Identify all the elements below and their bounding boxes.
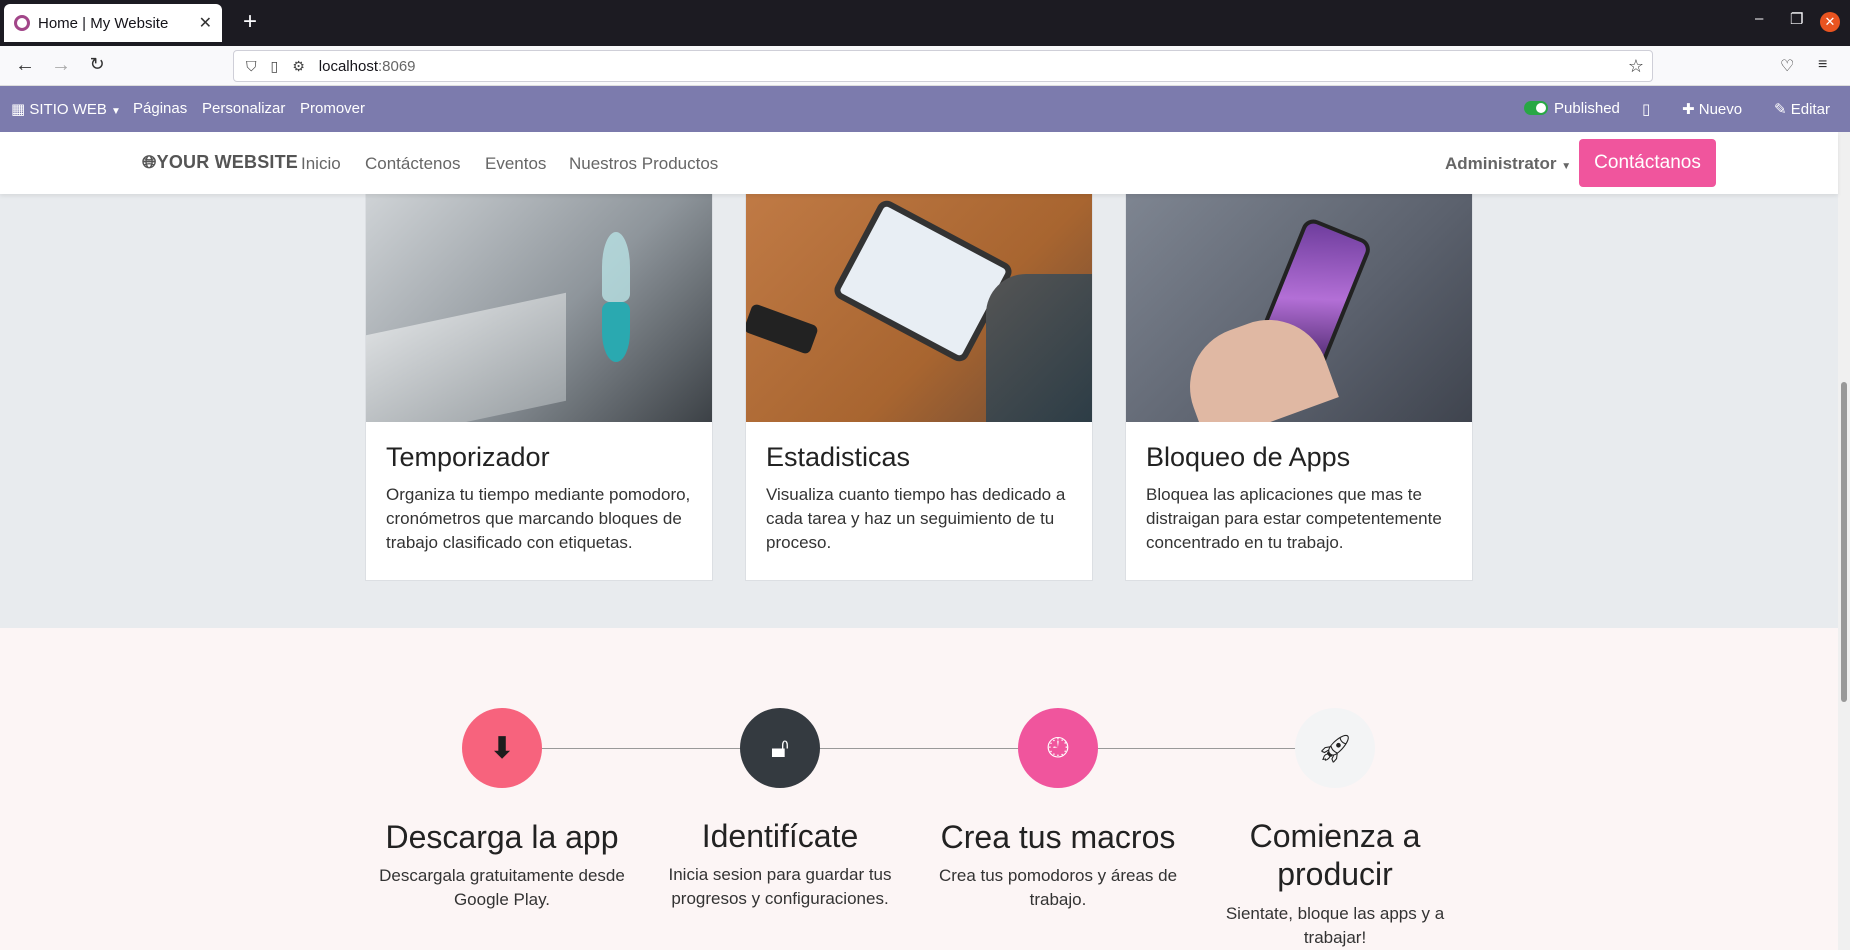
unlock-icon: 🔓︎ xyxy=(770,731,790,763)
step-1-title: Descarga la app xyxy=(385,819,619,855)
published-toggle[interactable]: Published xyxy=(1524,100,1620,117)
new-label: Nuevo xyxy=(1698,101,1743,118)
odoo-admin-bar: ▦ SITIO WEB ▼ Páginas Personalizar Promo… xyxy=(0,86,1850,132)
pencil-icon: ✎ xyxy=(1774,101,1787,118)
nav-link-contactenos[interactable]: Contáctenos xyxy=(365,154,460,174)
website-menu-label: SITIO WEB xyxy=(29,101,107,118)
feature-card-app-block: Bloqueo de Apps Bloquea las aplicaciones… xyxy=(1125,194,1473,581)
site-logo-text: YOUR WEBSITE xyxy=(156,152,299,172)
nav-link-productos[interactable]: Nuestros Productos xyxy=(569,154,718,174)
contact-cta-button[interactable]: Contáctanos xyxy=(1579,139,1716,187)
step-2-text: Inicia sesion para guardar tus progresos… xyxy=(668,865,892,908)
promote-menu[interactable]: Promover xyxy=(300,100,365,117)
page-scrollbar[interactable] xyxy=(1838,132,1850,950)
menu-icon[interactable]: ≡ xyxy=(1818,56,1827,74)
caret-down-icon: ▼ xyxy=(1561,161,1572,172)
feature-card-timer: Temporizador Organiza tu tiempo mediante… xyxy=(365,194,713,581)
page-content: Temporizador Organiza tu tiempo mediante… xyxy=(0,194,1838,950)
card-text: Visualiza cuanto tiempo has dedicado a c… xyxy=(766,485,1066,552)
url-port: :8069 xyxy=(377,57,416,75)
shield-icon[interactable]: ⛉ xyxy=(246,58,257,75)
smartphone-hand-image xyxy=(1126,194,1472,422)
user-name: Administrator xyxy=(1445,154,1557,173)
customize-menu[interactable]: Personalizar xyxy=(202,100,285,117)
minimize-icon[interactable]: – xyxy=(1755,10,1763,27)
close-window-icon[interactable]: ✕ xyxy=(1820,12,1840,32)
close-tab-icon[interactable]: ✕ xyxy=(199,13,212,33)
toggle-switch-icon xyxy=(1524,101,1548,115)
edit-button[interactable]: ✎ Editar xyxy=(1774,100,1830,118)
back-icon[interactable]: ← xyxy=(12,54,38,77)
forward-icon[interactable]: → xyxy=(48,54,74,77)
download-icon: ⬇ xyxy=(489,731,515,765)
reload-icon[interactable]: ↻ xyxy=(84,54,110,75)
clock-icon: 🕘︎ xyxy=(1046,731,1070,763)
step-2-circle: 🔓︎ xyxy=(740,708,820,788)
pages-menu[interactable]: Páginas xyxy=(133,100,187,117)
restore-icon[interactable]: ❐ xyxy=(1790,10,1803,28)
scrollbar-thumb[interactable] xyxy=(1841,382,1847,702)
step-2-title: Identifícate xyxy=(701,818,859,854)
browser-nav-bar: ← → ↻ ⛉ ▯ ⚙ localhost:8069 ☆ ♡ ≡ xyxy=(0,46,1850,86)
feature-card-stats: Estadisticas Visualiza cuanto tiempo has… xyxy=(745,194,1093,581)
step-3-title: Crea tus macros xyxy=(940,819,1176,855)
edit-label: Editar xyxy=(1790,101,1830,118)
bookmark-star-icon[interactable]: ☆ xyxy=(1628,56,1644,77)
step-4-circle: 🚀︎ xyxy=(1295,708,1375,788)
url-bar[interactable]: ⛉ ▯ ⚙ localhost:8069 ☆ xyxy=(233,50,1653,82)
published-label: Published xyxy=(1554,100,1620,117)
step-1-circle: ⬇ xyxy=(462,708,542,788)
card-title: Bloqueo de Apps xyxy=(1146,442,1351,472)
step-4-title: Comienza a producir xyxy=(1249,818,1421,892)
caret-down-icon: ▼ xyxy=(111,106,121,117)
url-host: localhost xyxy=(318,57,378,75)
nav-link-eventos[interactable]: Eventos xyxy=(485,154,546,174)
apps-grid-icon: ▦ xyxy=(11,101,26,118)
card-text: Organiza tu tiempo mediante pomodoro, cr… xyxy=(386,485,691,552)
site-header: 🌐︎YOUR WEBSITE Inicio Contáctenos Evento… xyxy=(0,132,1838,194)
step-4-text: Sientate, bloque las apps y a trabajar! xyxy=(1225,904,1445,947)
website-menu[interactable]: ▦ SITIO WEB ▼ xyxy=(11,100,121,118)
card-title: Estadisticas xyxy=(766,442,911,472)
card-title: Temporizador xyxy=(386,442,550,472)
odoo-favicon-icon xyxy=(14,15,30,31)
nav-link-inicio[interactable]: Inicio xyxy=(301,154,341,174)
permissions-icon[interactable]: ⚙ xyxy=(292,58,305,75)
site-logo[interactable]: 🌐︎YOUR WEBSITE xyxy=(142,152,298,173)
browser-tab-bar: Home | My Website ✕ + – ❐ ✕ xyxy=(0,0,1850,46)
step-1-text: Descargala gratuitamente desde Google Pl… xyxy=(379,866,625,909)
page-icon[interactable]: ▯ xyxy=(271,58,279,75)
rocket-icon: 🚀︎ xyxy=(1317,732,1353,764)
mobile-preview-icon[interactable]: ▯ xyxy=(1642,100,1650,118)
plus-icon: ✚ xyxy=(1682,101,1695,118)
user-menu[interactable]: Administrator ▼ xyxy=(1445,154,1571,174)
new-button[interactable]: ✚ Nuevo xyxy=(1682,100,1742,118)
tab-title: Home | My Website xyxy=(38,14,169,32)
steps-connector-line xyxy=(505,748,1335,749)
hourglass-laptop-image xyxy=(366,194,712,422)
pocket-icon[interactable]: ♡ xyxy=(1780,56,1794,76)
browser-tab[interactable]: Home | My Website ✕ xyxy=(4,4,222,42)
globe-icon: 🌐︎ xyxy=(142,152,157,172)
step-3-circle: 🕘︎ xyxy=(1018,708,1098,788)
card-text: Bloquea las aplicaciones que mas te dist… xyxy=(1146,485,1442,552)
features-section: Temporizador Organiza tu tiempo mediante… xyxy=(0,194,1838,628)
new-tab-button[interactable]: + xyxy=(236,8,264,36)
tablet-statistics-image xyxy=(746,194,1092,422)
step-3-text: Crea tus pomodoros y áreas de trabajo. xyxy=(938,866,1178,909)
